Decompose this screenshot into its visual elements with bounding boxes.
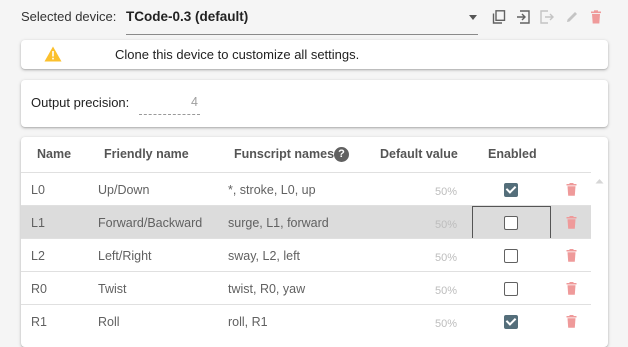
- chevron-up-icon: [595, 179, 604, 184]
- device-select[interactable]: TCode-0.3 (default): [126, 4, 478, 35]
- warning-icon: [44, 46, 62, 62]
- axis-name: L0: [31, 183, 45, 197]
- table-row[interactable]: R1 Roll roll, R1 50%: [21, 304, 591, 338]
- axis-name: L1: [31, 216, 45, 230]
- axis-name: R1: [31, 315, 47, 329]
- output-precision-label: Output precision:: [31, 95, 130, 110]
- axis-name: L2: [31, 249, 45, 263]
- default-value[interactable]: 50%: [435, 186, 457, 198]
- enabled-checkbox[interactable]: [504, 315, 518, 329]
- default-value[interactable]: 50%: [435, 318, 457, 330]
- output-precision-card: Output precision: 4: [21, 80, 608, 127]
- delete-icon[interactable]: [566, 315, 577, 328]
- import-icon[interactable]: [516, 10, 530, 24]
- enabled-checkbox[interactable]: [504, 183, 518, 197]
- output-precision-value: 4: [191, 95, 198, 109]
- axis-name: R0: [31, 282, 47, 296]
- friendly-name[interactable]: Left/Right: [98, 249, 152, 263]
- enabled-checkbox[interactable]: [504, 216, 518, 230]
- default-value[interactable]: 50%: [435, 252, 457, 264]
- friendly-name[interactable]: Roll: [98, 315, 120, 329]
- output-precision-input[interactable]: 4: [139, 90, 200, 115]
- funscript-names[interactable]: sway, L2, left: [228, 249, 300, 263]
- default-value[interactable]: 50%: [435, 219, 457, 231]
- default-value[interactable]: 50%: [435, 285, 457, 297]
- table-row[interactable]: L1 Forward/Backward surge, L1, forward 5…: [21, 205, 591, 239]
- funscript-names[interactable]: roll, R1: [228, 315, 268, 329]
- funscript-names[interactable]: surge, L1, forward: [228, 216, 329, 230]
- delete-icon[interactable]: [566, 249, 577, 262]
- funscript-names[interactable]: *, stroke, L0, up: [228, 183, 316, 197]
- delete-icon[interactable]: [566, 216, 577, 229]
- enabled-checkbox[interactable]: [504, 249, 518, 263]
- col-header-default-value: Default value: [380, 147, 458, 161]
- table-row[interactable]: L2 Left/Right sway, L2, left 50%: [21, 238, 591, 272]
- col-header-name: Name: [37, 147, 72, 161]
- col-header-funscript-names: Funscript names: [234, 147, 335, 161]
- scrollbar-up-button[interactable]: [591, 172, 608, 190]
- enabled-checkbox[interactable]: [504, 282, 518, 296]
- friendly-name[interactable]: Twist: [98, 282, 126, 296]
- export-icon[interactable]: [540, 10, 554, 24]
- col-header-friendly-name: Friendly name: [104, 147, 189, 161]
- chevron-down-icon[interactable]: [469, 15, 477, 20]
- delete-icon[interactable]: [566, 183, 577, 196]
- friendly-name[interactable]: Up/Down: [98, 183, 149, 197]
- funscript-names[interactable]: twist, R0, yaw: [228, 282, 305, 296]
- device-select-value: TCode-0.3 (default): [126, 9, 249, 24]
- edit-icon[interactable]: [565, 10, 579, 24]
- table-row[interactable]: R0 Twist twist, R0, yaw 50%: [21, 271, 591, 305]
- delete-icon[interactable]: [566, 282, 577, 295]
- selected-device-label: Selected device:: [21, 9, 117, 24]
- clone-icon[interactable]: [492, 10, 506, 24]
- friendly-name[interactable]: Forward/Backward: [98, 216, 202, 230]
- clone-notice: Clone this device to customize all setti…: [21, 40, 608, 69]
- delete-icon[interactable]: [589, 10, 603, 24]
- help-icon[interactable]: ?: [334, 147, 349, 162]
- table-row[interactable]: L0 Up/Down *, stroke, L0, up 50%: [21, 172, 591, 206]
- clone-notice-text: Clone this device to customize all setti…: [115, 47, 360, 62]
- col-header-enabled: Enabled: [488, 147, 537, 161]
